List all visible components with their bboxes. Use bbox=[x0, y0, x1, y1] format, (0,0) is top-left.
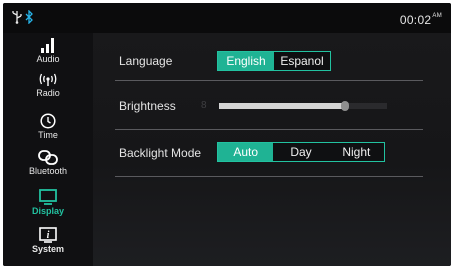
audio-bars-icon bbox=[41, 38, 54, 53]
brightness-value: 8 bbox=[201, 100, 207, 111]
sidebar-item-label: Radio bbox=[36, 88, 60, 98]
language-option-english[interactable]: English bbox=[218, 52, 274, 70]
sidebar-item-time[interactable]: Time bbox=[3, 113, 93, 140]
clock-icon bbox=[40, 113, 56, 129]
sidebar-item-label: Time bbox=[38, 130, 58, 140]
clock-time: 00:02 bbox=[399, 13, 432, 27]
backlight-option-auto[interactable]: Auto bbox=[218, 143, 274, 161]
backlight-option-day[interactable]: Day bbox=[273, 143, 329, 161]
head-unit-screen: 00:02AM Audio Radio Time Bluetooth Displ… bbox=[3, 3, 451, 266]
divider bbox=[115, 129, 423, 130]
brightness-slider[interactable] bbox=[219, 101, 387, 111]
status-bar: 00:02AM bbox=[3, 3, 451, 33]
display-settings-panel: Language English Espanol Brightness 8 Ba… bbox=[93, 33, 451, 266]
clock-ampm: AM bbox=[432, 13, 442, 19]
brightness-slider-fill bbox=[219, 103, 345, 109]
sidebar-item-audio[interactable]: Audio bbox=[3, 37, 93, 64]
sidebar-item-label: Bluetooth bbox=[28, 166, 68, 176]
backlight-option-night[interactable]: Night bbox=[328, 143, 384, 161]
language-option-espanol[interactable]: Espanol bbox=[274, 52, 330, 70]
backlight-mode-selector: Auto Day Night bbox=[217, 142, 385, 162]
brightness-label: Brightness bbox=[119, 99, 176, 113]
sidebar-item-radio[interactable]: Radio bbox=[3, 73, 93, 98]
sidebar-item-label: Display bbox=[31, 206, 64, 216]
svg-text:i: i bbox=[47, 230, 50, 241]
radio-wave-icon bbox=[39, 73, 57, 86]
clock: 00:02AM bbox=[400, 13, 442, 27]
backlight-mode-label: Backlight Mode bbox=[119, 146, 202, 160]
divider bbox=[115, 176, 423, 177]
usb-icon bbox=[12, 11, 22, 24]
sidebar: Audio Radio Time Bluetooth Display i Sys… bbox=[3, 33, 93, 266]
sidebar-item-bluetooth[interactable]: Bluetooth bbox=[3, 149, 93, 176]
sidebar-item-system[interactable]: i System bbox=[3, 227, 93, 254]
divider bbox=[115, 80, 423, 81]
bluetooth-icon bbox=[25, 10, 33, 24]
brightness-slider-handle[interactable] bbox=[341, 101, 349, 111]
monitor-icon bbox=[39, 189, 57, 205]
bluetooth-link-icon bbox=[38, 150, 58, 165]
sidebar-item-label: System bbox=[31, 244, 65, 254]
sidebar-item-display[interactable]: Display bbox=[3, 189, 93, 216]
info-icon: i bbox=[39, 227, 57, 243]
language-selector: English Espanol bbox=[217, 51, 331, 71]
sidebar-item-label: Audio bbox=[36, 54, 60, 64]
language-label: Language bbox=[119, 54, 173, 68]
